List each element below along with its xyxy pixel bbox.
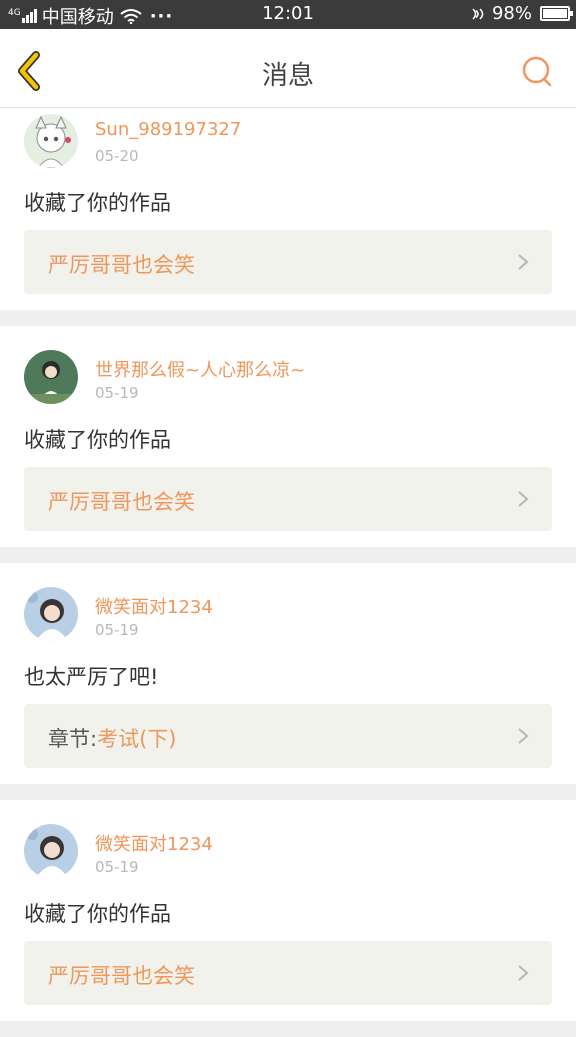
avatar[interactable] [24,350,78,404]
chevron-right-icon [518,254,529,270]
work-title: 严厉哥哥也会笑 [48,253,195,277]
photo-avatar-image [24,587,78,641]
message-card: Sun_989197327 05-20 收藏了你的作品 严厉哥哥也会笑 [0,108,576,310]
work-link[interactable]: 严厉哥哥也会笑 [24,230,552,294]
work-title: 严厉哥哥也会笑 [48,490,195,514]
anime-avatar-image [24,114,78,168]
work-link[interactable]: 严厉哥哥也会笑 [24,467,552,531]
battery-percent: 98% [491,3,532,24]
message-date: 05-19 [95,858,139,876]
work-link-text: 章节:考试(下) [48,723,176,753]
work-link-text: 严厉哥哥也会笑 [48,249,195,279]
avatar[interactable] [24,824,78,878]
message-text: 也太严厉了吧! [24,665,159,689]
work-link[interactable]: 章节:考试(下) [24,704,552,768]
top-navigation-bar: 消息 [0,29,576,108]
chevron-right-icon [518,491,529,507]
avatar[interactable] [24,114,78,168]
message-card: 微笑面对1234 05-19 也太严厉了吧! 章节:考试(下) [0,563,576,784]
username[interactable]: Sun_989197327 [95,119,241,140]
work-prefix: 章节: [48,727,98,751]
photo-avatar-image [24,350,78,404]
message-list[interactable]: Sun_989197327 05-20 收藏了你的作品 严厉哥哥也会笑 世界那么… [0,108,576,1037]
work-title: 考试(下) [97,727,177,751]
status-bar: 4G 中国移动 ··· 12:01 98% [0,0,576,29]
message-card: 世界那么假~人心那么凉~ 05-19 收藏了你的作品 严厉哥哥也会笑 [0,326,576,547]
work-link-text: 严厉哥哥也会笑 [48,960,195,990]
battery-icon [540,6,573,21]
message-date: 05-19 [95,384,139,402]
message-card: 微笑面对1234 05-19 收藏了你的作品 严厉哥哥也会笑 [0,800,576,1021]
chevron-right-icon [518,728,529,744]
status-right: 98% [470,3,573,24]
chevron-right-icon [518,965,529,981]
username[interactable]: 微笑面对1234 [95,830,213,856]
username[interactable]: 世界那么假~人心那么凉~ [95,356,305,382]
message-text: 收藏了你的作品 [24,191,171,215]
work-link[interactable]: 严厉哥哥也会笑 [24,941,552,1005]
message-date: 05-20 [95,147,139,165]
nfc-icon [472,7,484,20]
work-title: 严厉哥哥也会笑 [48,964,195,988]
search-icon[interactable] [520,55,554,89]
page-title: 消息 [261,61,314,91]
battery-level-fill [543,9,567,18]
photo-avatar-image [24,824,78,878]
message-date: 05-19 [95,621,139,639]
avatar[interactable] [24,587,78,641]
message-text: 收藏了你的作品 [24,902,171,926]
work-link-text: 严厉哥哥也会笑 [48,486,195,516]
message-text: 收藏了你的作品 [24,428,171,452]
username[interactable]: 微笑面对1234 [95,593,213,619]
